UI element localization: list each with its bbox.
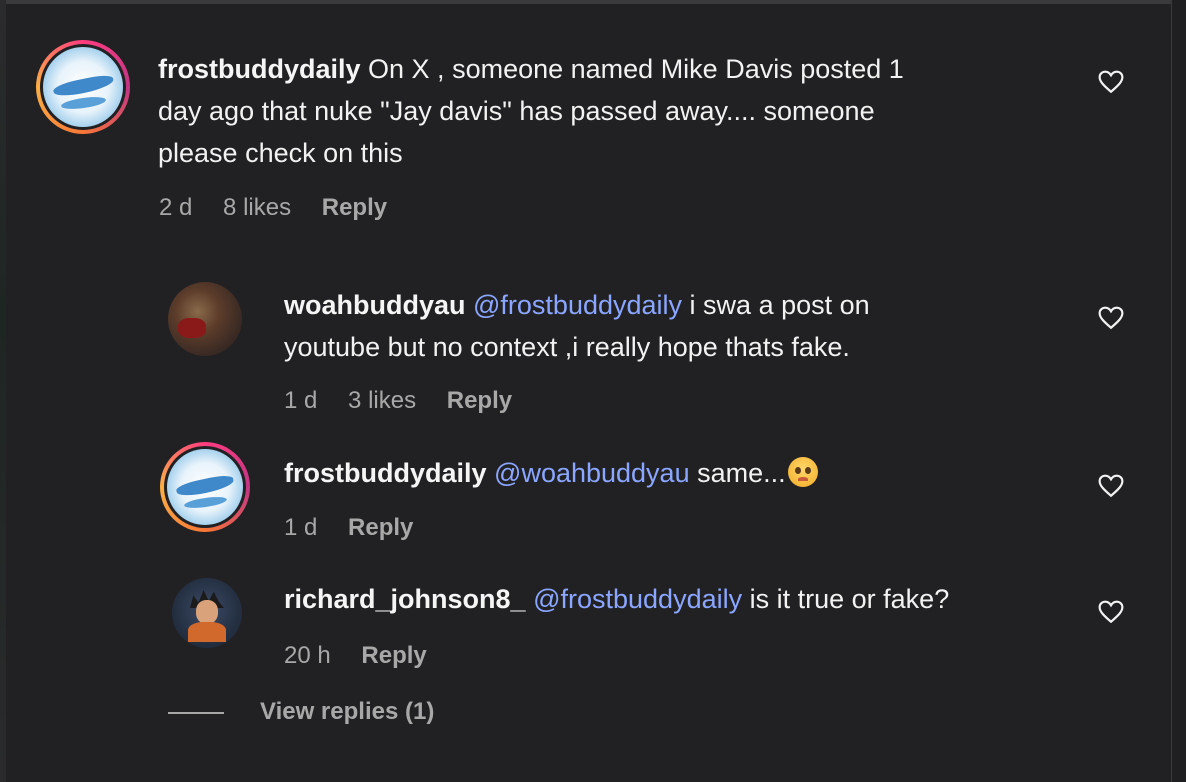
mention-link[interactable]: @frostbuddydaily [533, 584, 742, 614]
reply-button[interactable]: Reply [322, 194, 387, 221]
mention-link[interactable]: @frostbuddydaily [473, 290, 682, 320]
username[interactable]: frostbuddydaily [284, 458, 487, 488]
frostbuddy-logo [43, 47, 123, 127]
comment-meta: 20 h Reply [284, 642, 451, 670]
heart-icon[interactable] [1098, 70, 1124, 94]
comment-text: frostbuddydaily On X , someone named Mik… [158, 48, 1058, 174]
comment-text: woahbuddyau @frostbuddydaily i swa a pos… [284, 284, 1084, 368]
like-count[interactable]: 3 likes [348, 387, 416, 414]
divider-line [168, 711, 224, 714]
window-right-edge [1171, 0, 1186, 782]
view-replies-button[interactable]: View replies (1) [168, 698, 434, 726]
avatar-frostbuddydaily[interactable] [36, 40, 130, 134]
avatar-photo-detail [178, 318, 206, 338]
comment-time: 1 d [284, 514, 318, 541]
username[interactable]: frostbuddydaily [158, 54, 361, 84]
avatar-inner [40, 44, 126, 130]
heart-icon[interactable] [1098, 306, 1124, 330]
comment-body: day ago that nuke "Jay davis" has passed… [158, 96, 875, 126]
username[interactable]: richard_johnson8_ [284, 584, 526, 614]
view-replies-label: View replies (1) [260, 698, 435, 725]
comment-time: 1 d [284, 387, 318, 414]
reply-button[interactable]: Reply [447, 387, 512, 414]
avatar-frostbuddydaily[interactable] [160, 442, 250, 532]
like-count[interactable]: 8 likes [223, 194, 291, 221]
username[interactable]: woahbuddyau [284, 290, 466, 320]
mention-link[interactable]: @woahbuddyau [494, 458, 690, 488]
heart-icon[interactable] [1098, 474, 1124, 498]
reply-button[interactable]: Reply [361, 642, 426, 669]
comment-body: On X , someone named Mike Davis posted 1 [368, 54, 904, 84]
heart-icon[interactable] [1098, 600, 1124, 624]
comment-body: same... [697, 458, 786, 488]
comment-time: 2 d [159, 194, 193, 221]
reply-button[interactable]: Reply [348, 514, 413, 541]
crying-face-emoji [787, 457, 818, 487]
comment-meta: 2 d 8 likes Reply [159, 194, 411, 222]
avatar-photo-detail [188, 622, 226, 642]
comment-meta: 1 d 3 likes Reply [284, 387, 536, 415]
avatar-photo-detail [196, 600, 218, 624]
comment-body: is it true or fake? [749, 584, 950, 614]
avatar-inner [164, 446, 246, 528]
frostbuddy-logo [167, 449, 243, 525]
comment-text: richard_johnson8_ @frostbuddydaily is it… [284, 578, 1104, 620]
comment-text: frostbuddydaily @woahbuddyau same... [284, 452, 1084, 494]
avatar-woahbuddyau[interactable] [168, 282, 242, 356]
avatar-richard_johnson8_[interactable] [172, 578, 242, 648]
comment-body: youtube but no context ,i really hope th… [284, 332, 850, 362]
comments-panel: frostbuddydaily On X , someone named Mik… [6, 4, 1172, 782]
comment-body: please check on this [158, 138, 403, 168]
comment-time: 20 h [284, 642, 331, 669]
comment-meta: 1 d Reply [284, 514, 437, 542]
comment-body: i swa a post on [689, 290, 870, 320]
